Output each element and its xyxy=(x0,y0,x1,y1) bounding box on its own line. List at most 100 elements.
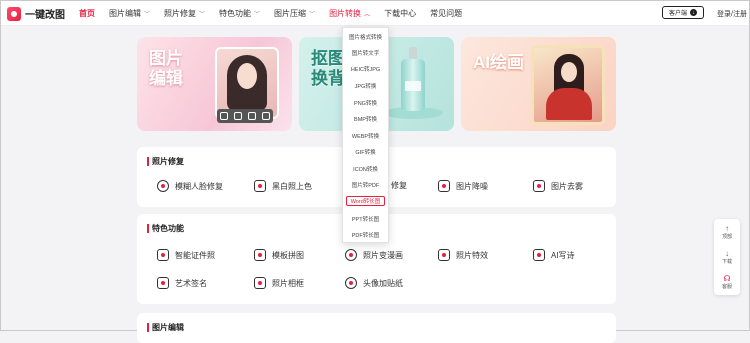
nav-faq[interactable]: 常见问题 xyxy=(430,8,462,19)
chevron-down-icon: ﹀ xyxy=(254,11,261,18)
chevron-up-icon: ︿ xyxy=(364,11,371,18)
section-title-text: 照片修复 xyxy=(152,157,184,166)
nav-compress[interactable]: 图片压缩 ﹀ xyxy=(274,8,315,19)
customer-service-button[interactable]: ☊ 客服 xyxy=(717,274,737,290)
tool-signature[interactable]: 艺术签名 xyxy=(157,277,207,289)
menu-item[interactable]: ICON转换 xyxy=(343,165,388,173)
arrow-up-icon: ↑ xyxy=(725,224,729,233)
nav-home[interactable]: 首页 xyxy=(79,8,95,19)
bottle-image xyxy=(399,47,427,113)
tool-sticker[interactable]: 头像加贴纸 xyxy=(345,277,403,289)
nav-label: 图片压缩 xyxy=(274,8,307,18)
tool-label: 模板拼图 xyxy=(272,250,304,260)
cartoon-icon xyxy=(345,249,357,261)
sidebar-label: 下载 xyxy=(721,259,732,265)
download-button[interactable]: ↓ 下载 xyxy=(717,249,737,265)
tool-repair[interactable]: 修复 xyxy=(391,180,407,191)
menu-item[interactable]: PDF转长图 xyxy=(343,231,388,239)
face-shape xyxy=(561,62,577,82)
tool-template-collage[interactable]: 模板拼图 xyxy=(254,249,304,261)
banner-image-edit[interactable]: 图片 编辑 xyxy=(137,37,292,131)
tool-label: 照片变漫画 xyxy=(363,250,403,260)
menu-item[interactable]: GIF转换 xyxy=(343,148,388,156)
tool-effects[interactable]: 照片特效 xyxy=(438,249,488,261)
nav-label: 照片修复 xyxy=(164,8,197,18)
nav-photo-repair[interactable]: 照片修复 ﹀ xyxy=(164,8,205,19)
browser-window: 一键改图 首页 图片编辑 ﹀ 照片修复 ﹀ 特色功能 ﹀ 图片压缩 ﹀ 图片转换 ︿ 下载… xyxy=(0,0,750,343)
menu-item[interactable]: BMP转换 xyxy=(343,115,388,123)
nav-label: 图片转换 xyxy=(329,8,362,18)
banner-title-line: 换背 xyxy=(311,69,345,88)
palette-icon xyxy=(254,180,266,192)
convert-dropdown-menu: 图片格式转换 图片转文字 HEIC转JPG JPG转换 PNG转换 BMP转换 … xyxy=(342,27,389,243)
edit-toolstrip xyxy=(217,109,273,123)
tool-defog[interactable]: 图片去雾 xyxy=(533,180,583,192)
tool-icon xyxy=(234,112,242,120)
tool-id-photo[interactable]: 智能证件照 xyxy=(157,249,215,261)
face-icon xyxy=(157,180,169,192)
tool-label: 艺术签名 xyxy=(175,278,207,288)
menu-item[interactable]: HEIC转JPG xyxy=(343,65,388,73)
section-title-text: 图片编辑 xyxy=(152,323,184,332)
top-navbar: 一键改图 首页 图片编辑 ﹀ 照片修复 ﹀ 特色功能 ﹀ 图片压缩 ﹀ 图片转换 ︿ 下载… xyxy=(1,1,749,26)
sparkle-icon xyxy=(438,249,450,261)
tool-label: 照片相框 xyxy=(272,278,304,288)
sticker-icon xyxy=(345,277,357,289)
tool-face-repair[interactable]: 模糊人脸修复 xyxy=(157,180,223,192)
frame-icon xyxy=(254,277,266,289)
banner-title: 抠图 换背 xyxy=(311,49,345,89)
nav-convert[interactable]: 图片转换 ︿ xyxy=(329,8,370,19)
tool-cartoon[interactable]: 照片变漫画 xyxy=(345,249,403,261)
tool-icon xyxy=(262,112,270,120)
bottle-cap xyxy=(409,47,417,59)
tool-label: 修复 xyxy=(391,181,407,190)
nav-image-edit[interactable]: 图片编辑 ﹀ xyxy=(109,8,150,19)
artwork-image xyxy=(531,45,605,125)
main-nav: 首页 图片编辑 ﹀ 照片修复 ﹀ 特色功能 ﹀ 图片压缩 ﹀ 图片转换 ︿ 下载中心 常见… xyxy=(79,1,476,25)
logo-icon xyxy=(7,6,21,21)
chevron-down-icon: ﹀ xyxy=(309,11,316,18)
tool-denoise[interactable]: 图片降噪 xyxy=(438,180,488,192)
tool-colorize[interactable]: 黑白照上色 xyxy=(254,180,312,192)
tool-label: 智能证件照 xyxy=(175,250,215,260)
login-link[interactable]: 登录/注册 xyxy=(717,9,747,19)
nav-download-center[interactable]: 下载中心 xyxy=(384,8,416,19)
client-button-label: 客户端 xyxy=(668,11,687,17)
banner-title-line: 抠图 xyxy=(311,49,345,68)
pen-icon xyxy=(533,249,545,261)
signature-icon xyxy=(157,277,169,289)
sidebar-label: 客服 xyxy=(721,284,732,290)
client-download-button[interactable]: 客户端 ↓ xyxy=(662,6,704,19)
menu-item[interactable]: 图片格式转换 xyxy=(343,33,388,41)
tool-label: 模糊人脸修复 xyxy=(175,181,223,191)
back-to-top-button[interactable]: ↑ 顶部 xyxy=(717,224,737,240)
arrow-down-icon: ↓ xyxy=(725,249,729,258)
section-title-text: 特色功能 xyxy=(152,224,184,233)
menu-item[interactable]: 图片转PDF xyxy=(343,181,388,189)
menu-item-selected[interactable]: Word转长图 xyxy=(346,196,385,206)
section-image-edit: 图片编辑 xyxy=(137,313,616,343)
nav-label: 图片编辑 xyxy=(109,8,141,18)
nav-label: 特色功能 xyxy=(219,8,252,18)
bottle-label xyxy=(405,81,421,91)
menu-item[interactable]: 图片转文字 xyxy=(343,49,388,57)
id-photo-icon xyxy=(157,249,169,261)
banner-ai-painting[interactable]: AI绘画 xyxy=(461,37,616,131)
logo[interactable]: 一键改图 xyxy=(7,6,65,21)
chevron-down-icon: ﹀ xyxy=(144,11,151,18)
title-accent-bar xyxy=(147,157,149,166)
headset-icon: ☊ xyxy=(723,274,731,283)
menu-item[interactable]: WEBP转换 xyxy=(343,132,388,140)
tool-photo-frame[interactable]: 照片相框 xyxy=(254,277,304,289)
nav-label: 首页 xyxy=(79,8,95,18)
menu-item[interactable]: PNG转换 xyxy=(343,99,388,107)
nav-features[interactable]: 特色功能 ﹀ xyxy=(219,8,260,19)
tool-ai-poem[interactable]: AI写诗 xyxy=(533,249,575,261)
menu-item[interactable]: PPT转长图 xyxy=(343,215,388,223)
tool-label: 照片特效 xyxy=(456,250,488,260)
chevron-down-icon: ﹀ xyxy=(199,11,206,18)
tool-label: 头像加贴纸 xyxy=(363,278,403,288)
tool-icon xyxy=(248,112,256,120)
tool-label: 图片降噪 xyxy=(456,181,488,191)
menu-item[interactable]: JPG转换 xyxy=(343,82,388,90)
